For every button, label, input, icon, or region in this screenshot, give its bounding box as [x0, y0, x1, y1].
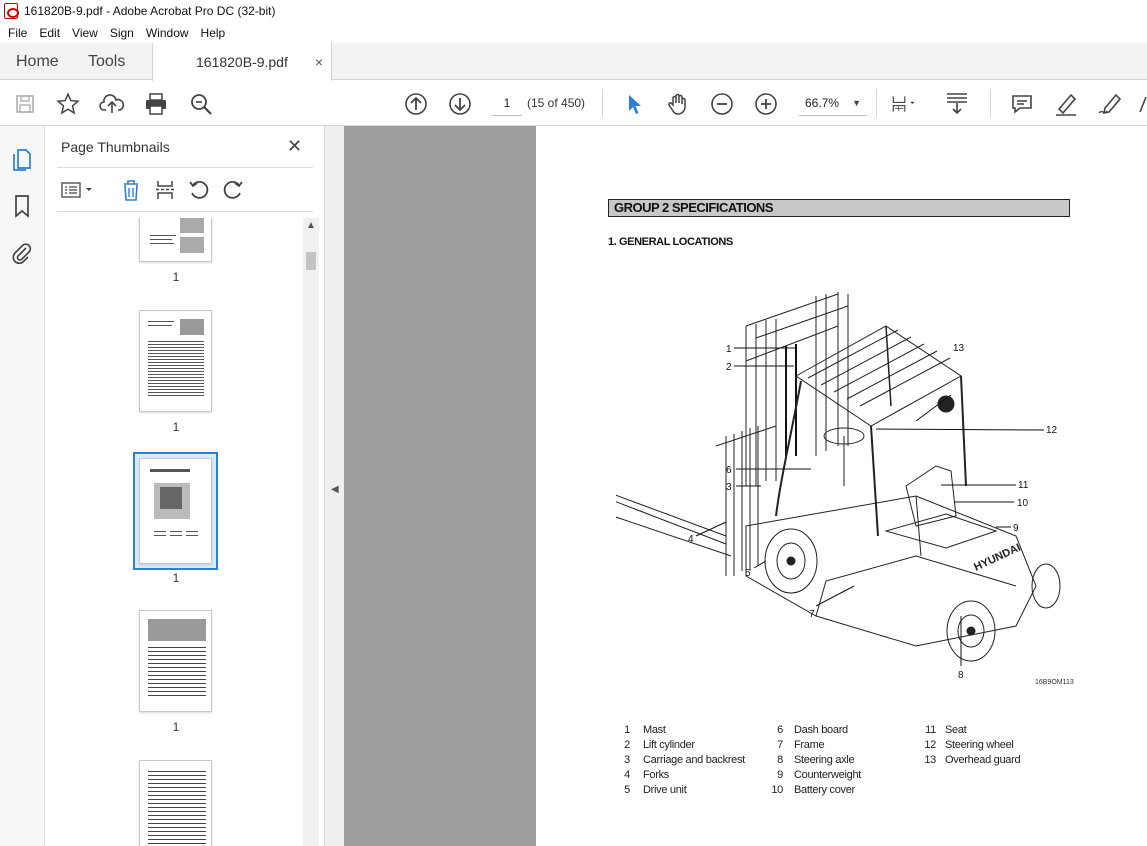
delete-page-icon[interactable]: [118, 178, 144, 202]
pdf-page: GROUP 2 SPECIFICATIONS 1. GENERAL LOCATI…: [536, 126, 1147, 846]
callout-label: 1: [726, 344, 732, 355]
page-thumbnail[interactable]: [139, 218, 212, 262]
rotate-clockwise-icon[interactable]: [220, 178, 246, 202]
callout-label: 3: [726, 482, 732, 493]
callout-label: 4: [688, 534, 694, 545]
callout-label: 2: [726, 362, 732, 373]
attachments-paperclip-icon[interactable]: [9, 240, 35, 266]
page-thumbnail[interactable]: [139, 610, 212, 712]
chevron-down-icon: ▼: [852, 98, 861, 108]
hand-tool-icon[interactable]: [665, 91, 691, 117]
highlight-pen-icon[interactable]: [1053, 91, 1079, 117]
callout-label: 5: [745, 568, 751, 579]
figure-code: 16B9OM113: [1035, 679, 1074, 686]
tab-home[interactable]: Home: [16, 43, 59, 80]
acrobat-app-icon: [4, 3, 19, 19]
page-count-label: (15 of 450): [527, 96, 586, 110]
next-page-icon[interactable]: [447, 91, 473, 117]
scrollbar-thumb[interactable]: [306, 252, 316, 270]
page-number-input[interactable]: 1: [492, 90, 522, 116]
page-thumbnail-current[interactable]: [139, 458, 212, 564]
zoom-level-value: 66.7%: [805, 96, 840, 110]
page-display-icon[interactable]: [891, 91, 917, 117]
thumbnail-label: 1: [172, 420, 180, 434]
callout-label: 10: [1017, 498, 1029, 509]
document-viewport[interactable]: GROUP 2 SPECIFICATIONS 1. GENERAL LOCATI…: [344, 126, 1147, 846]
more-tools-icon[interactable]: [1134, 91, 1147, 117]
collapse-left-icon[interactable]: ◀: [331, 484, 339, 495]
comment-icon[interactable]: [1009, 91, 1035, 117]
title-bar: 161820B-9.pdf - Adobe Acrobat Pro DC (32…: [0, 0, 1147, 22]
page-thumbnail[interactable]: [139, 760, 212, 846]
toolbar-divider: [602, 89, 603, 117]
page-thumbnails-panel: Page Thumbnails ✕ 1 1 1 1 ▲: [45, 126, 325, 846]
forklift-illustration: HYUNDAI 1 2 13 12 6 3 11 10 9 4 5 7 8: [616, 292, 1061, 681]
callout-label: 11: [1018, 480, 1029, 491]
zoom-level-select[interactable]: 66.7% ▼: [799, 90, 867, 116]
toolbar: 1 (15 of 450) 66.7% ▼: [0, 81, 1147, 126]
menu-bar: File Edit View Sign Window Help: [0, 22, 1147, 43]
window-title: 161820B-9.pdf - Adobe Acrobat Pro DC (32…: [24, 4, 276, 18]
bookmark-star-icon[interactable]: [55, 91, 81, 117]
toolbar-divider: [876, 89, 877, 117]
zoom-out-icon[interactable]: [709, 91, 735, 117]
page-thumbnails-icon[interactable]: [9, 146, 35, 172]
zoom-search-icon[interactable]: [188, 91, 214, 117]
menu-help[interactable]: Help: [195, 26, 232, 40]
callout-label: 12: [1046, 425, 1058, 436]
callout-label: 13: [953, 343, 965, 354]
scroll-up-icon[interactable]: ▲: [306, 220, 316, 231]
tab-document[interactable]: 161820B-9.pdf ×: [152, 43, 332, 81]
menu-edit[interactable]: Edit: [33, 26, 66, 40]
cloud-upload-icon[interactable]: [99, 91, 125, 117]
menu-window[interactable]: Window: [140, 26, 195, 40]
panel-close-icon[interactable]: ✕: [287, 136, 302, 157]
save-icon[interactable]: [12, 91, 38, 117]
rotate-counterclockwise-icon[interactable]: [186, 178, 212, 202]
scroll-mode-icon[interactable]: [944, 91, 970, 117]
toolbar-divider: [990, 89, 991, 117]
thumbnail-options-menu[interactable]: [59, 178, 97, 202]
menu-view[interactable]: View: [66, 26, 104, 40]
select-cursor-icon[interactable]: [621, 91, 647, 117]
tab-document-label: 161820B-9.pdf: [196, 54, 288, 70]
panel-collapse-strip[interactable]: ◀: [325, 126, 344, 846]
page-thumbnail[interactable]: [139, 310, 212, 412]
callout-label: 6: [726, 465, 732, 476]
panel-title: Page Thumbnails: [61, 139, 170, 155]
menu-file[interactable]: File: [2, 26, 33, 40]
tab-bar: Home Tools 161820B-9.pdf ×: [0, 43, 1147, 81]
panel-divider: [57, 167, 313, 168]
tab-close-button[interactable]: ×: [315, 54, 323, 70]
callout-label: 8: [958, 670, 964, 681]
svg-text:HYUNDAI: HYUNDAI: [972, 542, 1023, 574]
bookmarks-icon[interactable]: [9, 193, 35, 219]
thumbnail-list: 1 1 1 1: [45, 218, 303, 846]
sign-pen-icon[interactable]: [1097, 91, 1123, 117]
thumbnail-label: 1: [172, 571, 180, 585]
callout-label: 7: [809, 609, 815, 620]
callout-label: 9: [1013, 523, 1019, 534]
zoom-in-icon[interactable]: [753, 91, 779, 117]
tab-tools[interactable]: Tools: [88, 43, 125, 80]
group-header: GROUP 2 SPECIFICATIONS: [608, 199, 1070, 217]
previous-page-icon[interactable]: [403, 91, 429, 117]
panel-divider: [57, 211, 313, 212]
thumbnail-label: 1: [172, 720, 180, 734]
menu-sign[interactable]: Sign: [104, 26, 140, 40]
section-title: 1. GENERAL LOCATIONS: [608, 236, 733, 248]
print-icon[interactable]: [143, 91, 169, 117]
thumbnail-scrollbar[interactable]: ▲: [303, 218, 319, 846]
navigation-rail: [0, 126, 45, 846]
extract-pages-icon[interactable]: [152, 178, 178, 202]
thumbnail-label: 1: [172, 270, 180, 284]
